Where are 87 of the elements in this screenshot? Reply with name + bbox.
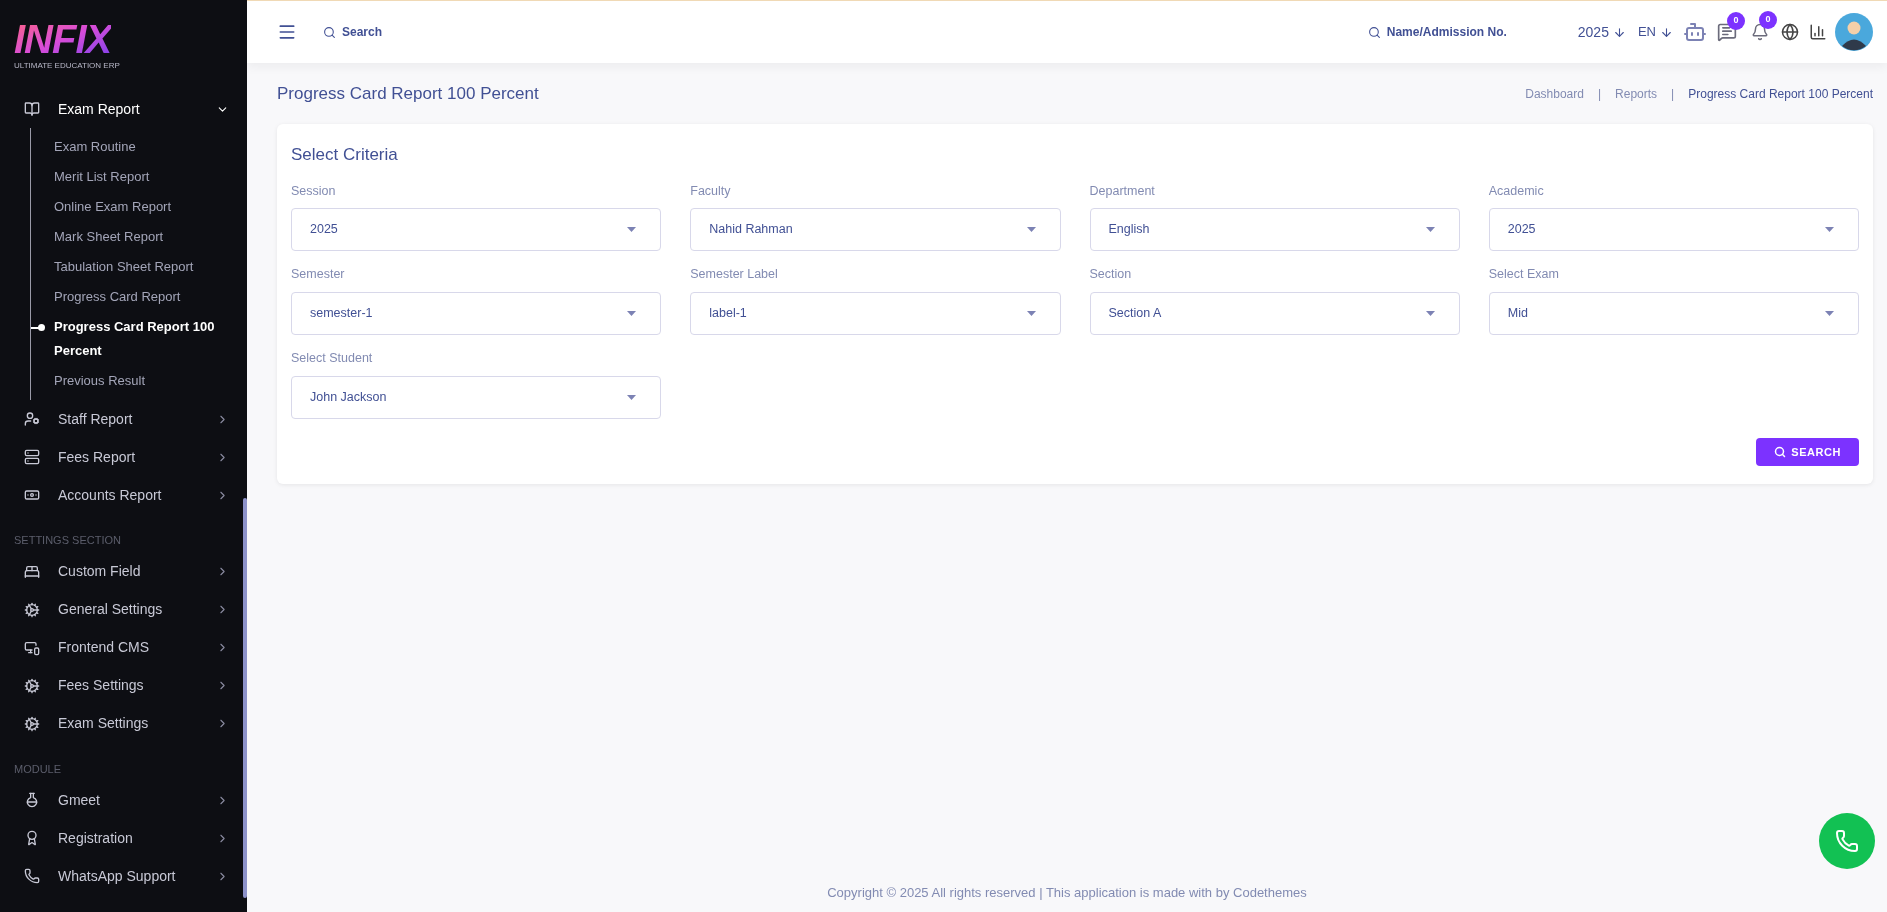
chat-icon[interactable]	[1717, 22, 1737, 42]
phone-icon	[24, 868, 40, 884]
sidebar-item[interactable]: Frontend CMS	[0, 628, 247, 667]
sidebar-item[interactable]: General Settings	[0, 590, 247, 629]
globe-icon[interactable]	[1781, 23, 1799, 41]
sidebar-item[interactable]: Fees Report	[0, 438, 247, 476]
arrow-down-icon	[1612, 25, 1626, 39]
logo-tagline: ULTIMATE EDUCATION ERP	[14, 60, 121, 72]
dropdown-caret-icon	[1026, 311, 1036, 316]
chart-icon[interactable]	[1809, 23, 1827, 41]
scrollbar[interactable]	[243, 498, 247, 898]
dropdown-caret-icon	[627, 311, 637, 316]
sidebar-item[interactable]: Exam Report	[0, 90, 247, 128]
card-title: Select Criteria	[291, 144, 399, 166]
menu-icon[interactable]	[277, 22, 297, 42]
page-title: Progress Card Report 100 Percent	[277, 83, 539, 106]
sidebar-item[interactable]: Gmeet	[0, 781, 247, 819]
breadcrumb-separator: |	[1597, 86, 1602, 103]
search-icon	[323, 25, 336, 39]
field-label: Faculty	[690, 182, 732, 200]
dropdown-caret-icon	[1026, 227, 1036, 233]
dropdown-caret-icon	[1425, 311, 1435, 316]
search-field[interactable]: Search	[342, 23, 542, 41]
search-button[interactable]: SEARCH	[1756, 437, 1859, 466]
breadcrumb-separator: |	[1671, 86, 1675, 103]
select-field[interactable]: label-1	[690, 292, 1061, 335]
dropdown-caret-icon	[1825, 227, 1834, 233]
book-icon	[24, 101, 40, 117]
field-label: Semester Label	[690, 266, 779, 284]
student-search-field[interactable]: Name/Admission No.	[1386, 23, 1537, 41]
phone-icon	[1835, 829, 1859, 853]
arrow-down-icon	[1660, 25, 1673, 39]
submenu-item[interactable]: Previous Result	[54, 369, 146, 393]
select-field[interactable]: Section A	[1089, 292, 1460, 335]
submenu-item[interactable]: Progress Card Report	[54, 285, 181, 309]
dropdown-caret-icon	[627, 227, 637, 233]
select-field[interactable]: 2025	[291, 208, 662, 252]
active-indicator	[31, 324, 45, 331]
notification-count-badge: 0	[1759, 11, 1777, 29]
money-icon	[24, 487, 40, 503]
select-field[interactable]: John Jackson	[291, 375, 662, 419]
field-label: Session	[291, 182, 337, 200]
select-field[interactable]: English	[1089, 208, 1460, 252]
search-icon	[1367, 25, 1381, 39]
field-label: Select Student	[291, 350, 374, 367]
select-field[interactable]: semester-1	[291, 292, 662, 335]
submenu-item[interactable]: Mark Sheet Report	[54, 225, 164, 249]
footer-text: Copyright © 2025 All rights reserved | This application is made with by Codethemes	[826, 883, 1308, 902]
sidebar-item[interactable]: WhatsApp Support	[0, 857, 247, 895]
robot-icon[interactable]	[1683, 20, 1707, 44]
search-icon	[1774, 445, 1787, 458]
sidebar-item[interactable]: Exam Settings	[0, 704, 247, 743]
section-heading: SETTINGS SECTION	[13, 533, 122, 548]
submenu-item[interactable]: Exam Routine	[54, 135, 136, 159]
dropdown-caret-icon	[1825, 311, 1834, 316]
bed-icon	[24, 563, 40, 580]
field-label: Academic	[1488, 182, 1545, 200]
field-label: Semester	[291, 266, 346, 284]
submenu-item[interactable]: Tabulation Sheet Report	[54, 255, 194, 279]
sidebar-item[interactable]: Accounts Report	[0, 476, 247, 514]
breadcrumb-link[interactable]: Progress Card Report 100 Percent	[1688, 85, 1873, 103]
server-icon	[24, 449, 40, 465]
submenu-item[interactable]: Merit List Report	[54, 165, 150, 189]
field-label: Department	[1089, 182, 1156, 200]
monitor-icon	[24, 639, 40, 656]
avatar[interactable]	[1835, 13, 1873, 51]
flask-icon	[24, 792, 40, 808]
select-field[interactable]: 2025	[1488, 208, 1859, 252]
sidebar-item[interactable]: Registration	[0, 819, 247, 857]
message-count-badge: 0	[1727, 12, 1745, 30]
bell-icon[interactable]	[1751, 23, 1769, 41]
year-selector[interactable]: 2025	[1577, 21, 1626, 43]
language-selector[interactable]: EN	[1637, 22, 1673, 42]
field-label: Select Exam	[1488, 266, 1560, 284]
award-icon	[24, 830, 40, 846]
submenu-item[interactable]: Online Exam Report	[54, 195, 172, 219]
section-heading: MODULE	[13, 761, 63, 777]
sidebar-item[interactable]: Custom Field	[0, 552, 247, 591]
sidebar-item[interactable]: Staff Report	[0, 400, 247, 438]
dropdown-caret-icon	[627, 394, 637, 400]
select-field[interactable]: Nahid Rahman	[690, 208, 1061, 252]
field-label: Section	[1089, 266, 1133, 284]
user-gear-icon	[24, 411, 40, 427]
dropdown-caret-icon	[1425, 227, 1435, 233]
sidebar-item[interactable]: Fees Settings	[0, 666, 247, 705]
submenu-item[interactable]: Progress Card Report 100 Percent	[54, 315, 235, 363]
select-field[interactable]: Mid	[1488, 292, 1859, 335]
